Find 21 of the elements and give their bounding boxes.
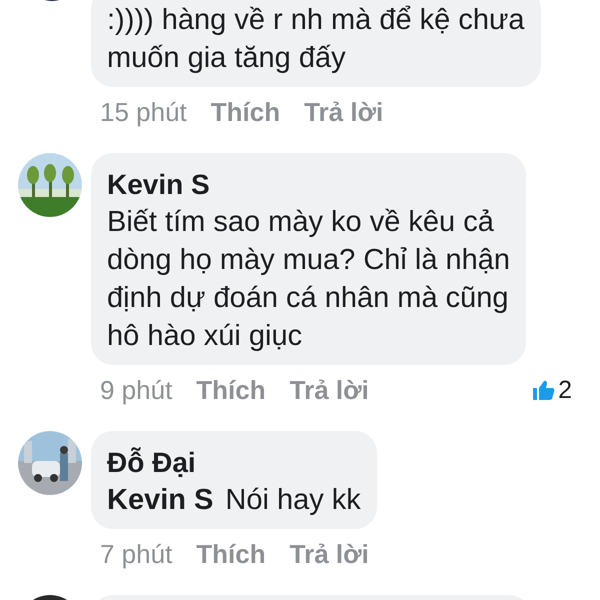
like-button[interactable]: Thích xyxy=(196,538,266,570)
timestamp: 9 phút xyxy=(100,374,172,406)
comment-text: hô hào xúi giục xyxy=(107,319,304,354)
comment-text: Nói hay kk xyxy=(225,483,361,518)
reply-button[interactable]: Trả lời xyxy=(290,538,369,570)
like-count: 2 xyxy=(558,376,572,404)
comment-text: định dự đoán cá nhân mà cũng xyxy=(107,281,510,316)
comment-text: :)))) hàng về r nh mà để kệ chưa xyxy=(107,3,525,38)
comment-text: dòng họ mày mua? Chỉ là nhận xyxy=(107,243,510,278)
timestamp: 15 phút xyxy=(100,96,187,128)
comment-text: muốn gia tăng đấy xyxy=(107,41,347,76)
like-button[interactable]: Thích xyxy=(210,96,280,128)
mention-link[interactable]: Kevin S xyxy=(107,481,214,519)
timestamp: 7 phút xyxy=(100,538,172,570)
reply-button[interactable]: Trả lời xyxy=(304,96,384,128)
thumbs-up-icon xyxy=(533,380,556,400)
author-name[interactable]: Kevin S xyxy=(107,167,510,203)
like-button[interactable]: Thích xyxy=(196,374,266,406)
reply-button[interactable]: Trả lời xyxy=(290,374,369,406)
comment-text: Biết tím sao mày ko về kêu cả xyxy=(107,205,495,240)
author-name[interactable]: Đỗ Đại xyxy=(107,445,361,481)
